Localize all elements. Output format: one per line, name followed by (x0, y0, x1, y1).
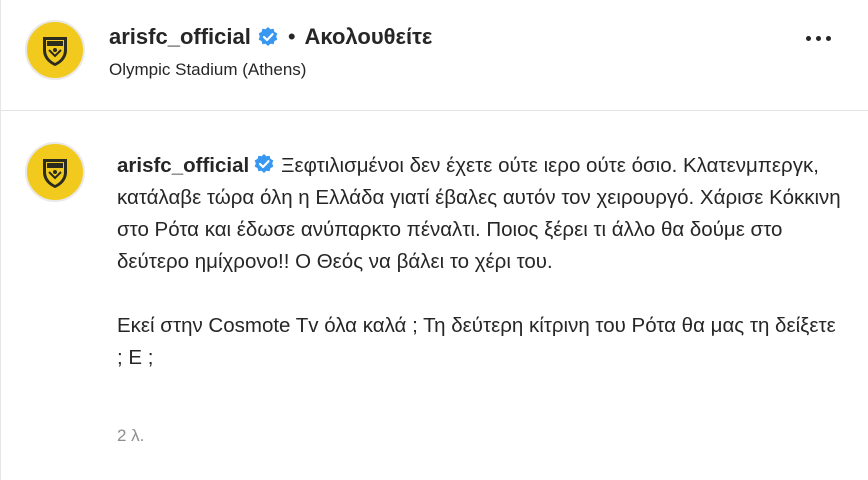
separator-dot: • (287, 24, 296, 49)
avatar[interactable] (25, 20, 85, 80)
header-text: arisfc_official • Ακολουθείτε Olympic St… (109, 20, 432, 80)
header-row: arisfc_official • Ακολουθείτε (109, 20, 432, 54)
comment-avatar[interactable] (25, 142, 85, 202)
more-options-icon[interactable] (806, 36, 831, 41)
comment-username-link[interactable]: arisfc_official (117, 154, 249, 177)
club-crest-icon (43, 159, 67, 188)
instagram-post-panel: arisfc_official • Ακολουθείτε Olympic St… (0, 0, 868, 480)
comment-paragraph-2: Εκεί στην Cosmote Tv όλα καλά ; Τη δεύτε… (117, 314, 836, 369)
username-link[interactable]: arisfc_official (109, 24, 251, 50)
comment-paragraph-1: arisfc_official Ξεφτιλισμένοι δεν έχετε ο… (117, 150, 847, 278)
location-link[interactable]: Olympic Stadium (Athens) (109, 60, 432, 80)
verified-badge-icon (253, 153, 275, 175)
comment-timestamp[interactable]: 2 λ. (117, 426, 144, 446)
post-header: arisfc_official • Ακολουθείτε Olympic St… (1, 0, 868, 111)
following-button[interactable]: Ακολουθείτε (305, 24, 433, 50)
verified-badge-icon (257, 26, 279, 48)
comment-text: arisfc_official Ξεφτιλισμένοι δεν έχετε ο… (117, 150, 847, 374)
club-crest-icon (43, 37, 67, 66)
